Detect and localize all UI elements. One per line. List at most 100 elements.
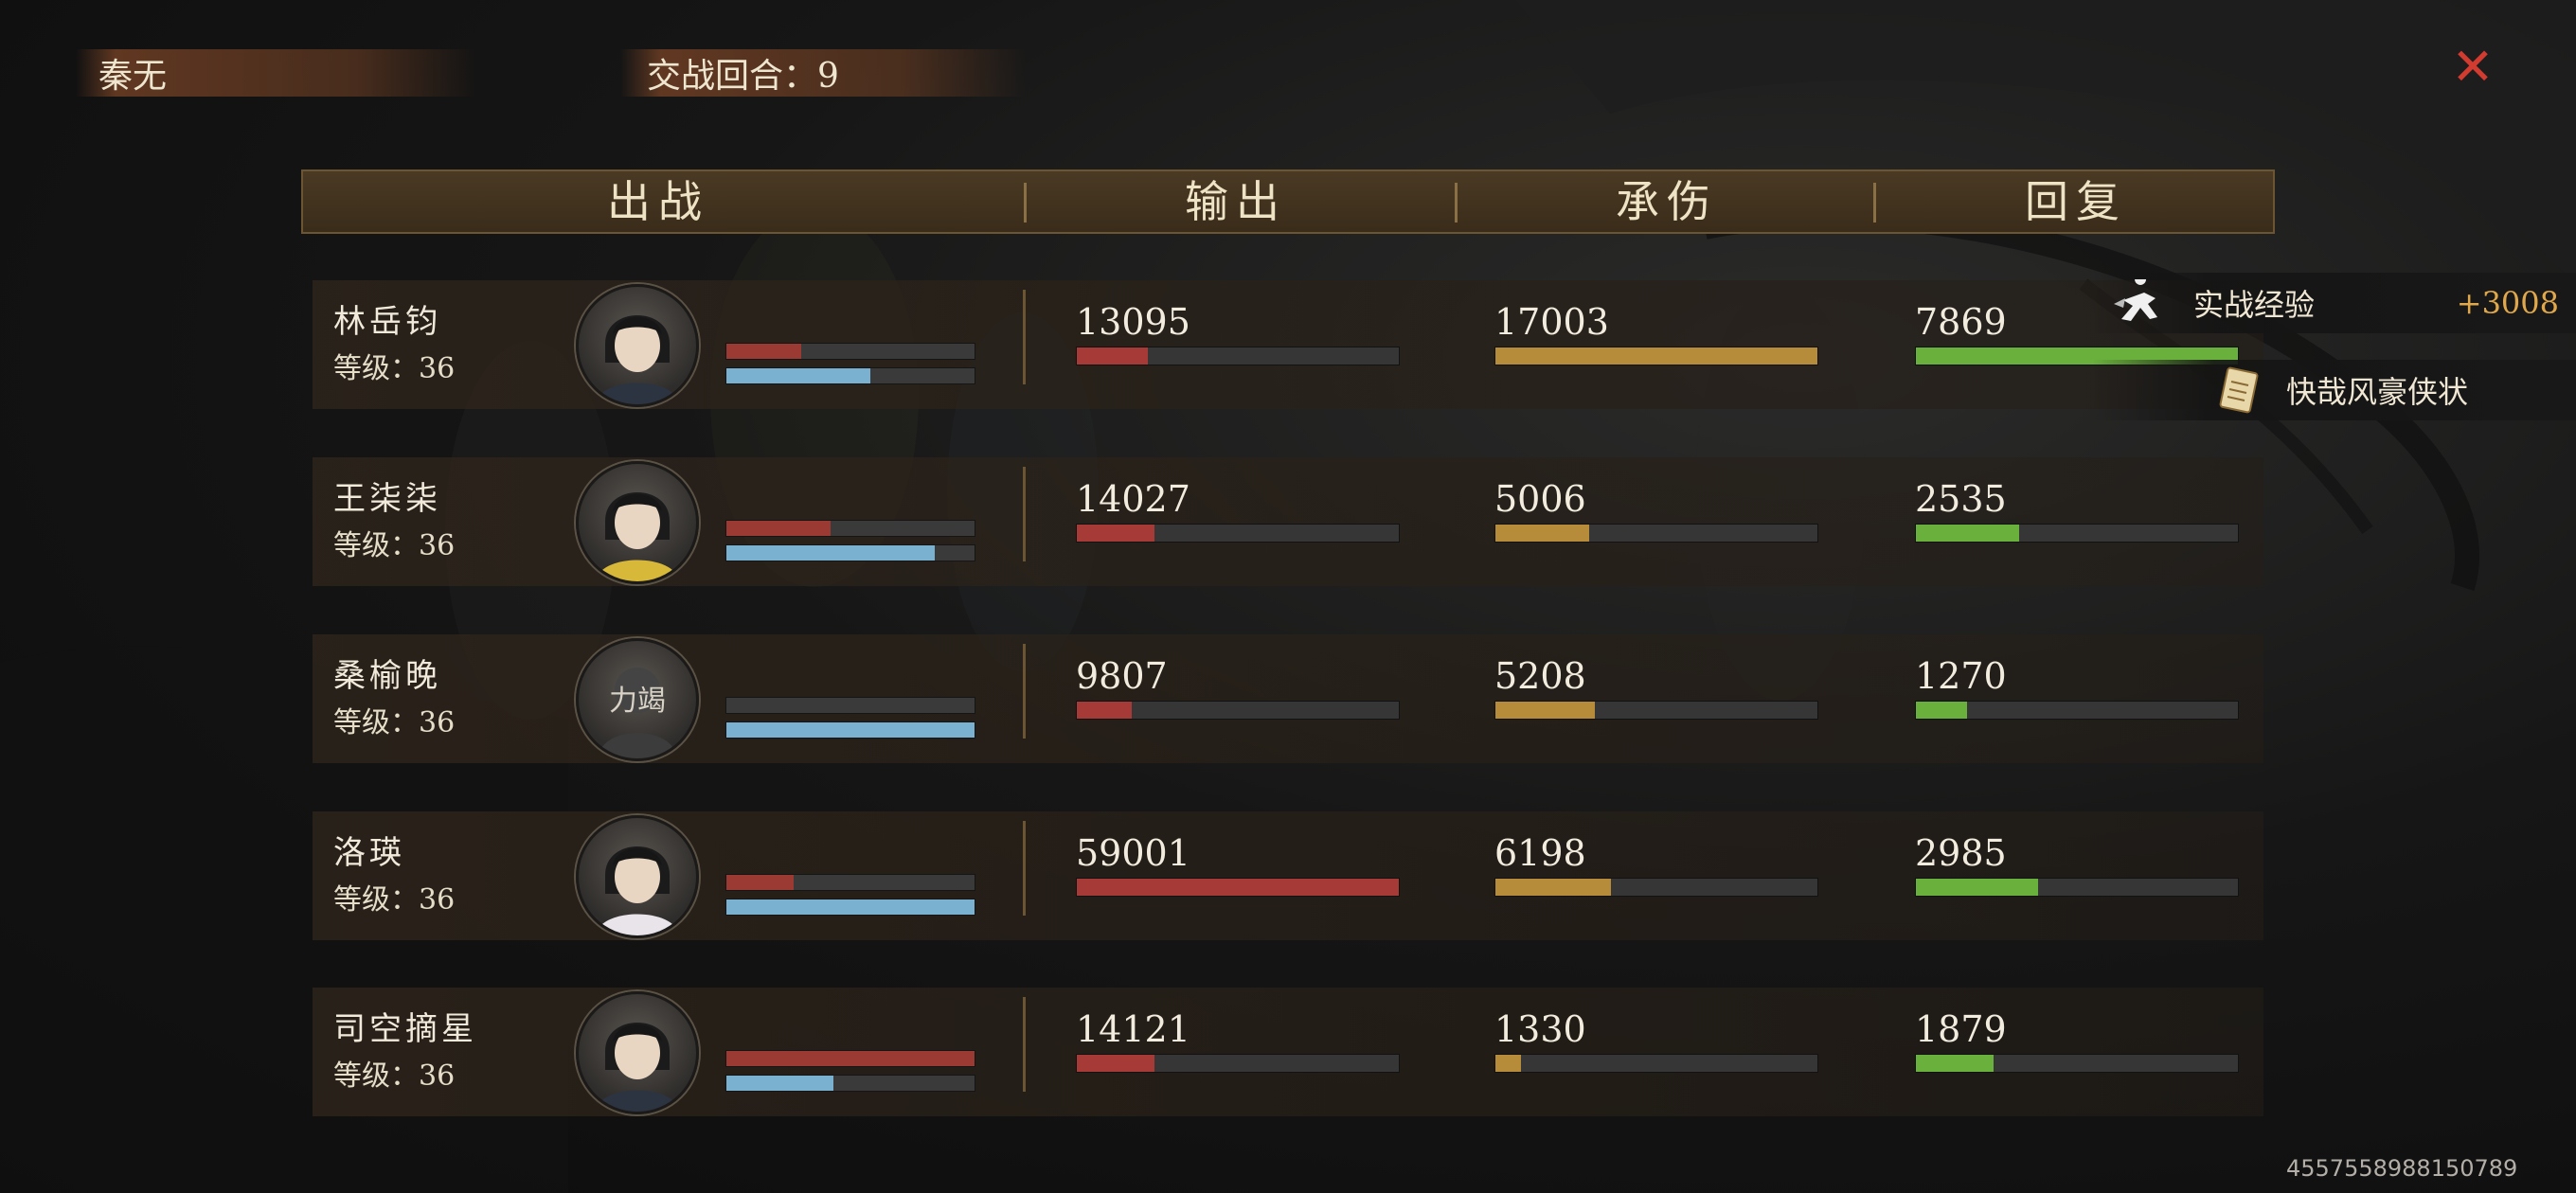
damage-taken-bar-fill [1495, 879, 1612, 896]
energy-bar [725, 1075, 975, 1092]
output-value: 14027 [1076, 478, 1190, 520]
battle-rounds-text: 交战回合：9 [647, 57, 839, 96]
header-output: 输出 [1185, 176, 1287, 227]
damage-taken-bar-fill [1495, 525, 1589, 542]
header-damage-taken: 承伤 [1616, 176, 1718, 227]
health-bar [725, 697, 975, 714]
damage-taken-bar [1494, 1054, 1818, 1073]
exp-label: 实战经验 [2193, 287, 2316, 323]
damage-taken-bar-fill [1495, 702, 1596, 719]
character-name: 洛瑛 [333, 834, 405, 872]
output-value: 13095 [1076, 301, 1190, 343]
damage-taken-stat: 1330 [1494, 1008, 1818, 1073]
output-stat: 9807 [1076, 655, 1400, 720]
player-name: 秦无 [98, 57, 168, 96]
health-bar-fill [726, 1051, 975, 1066]
output-stat: 13095 [1076, 301, 1400, 365]
row-divider [1023, 997, 1026, 1092]
recovery-bar-fill [1916, 702, 1968, 719]
header-deploy: 出战 [607, 176, 709, 227]
damage-taken-bar [1494, 878, 1818, 897]
recovery-bar-fill [1916, 879, 2039, 896]
close-icon: ✕ [2451, 37, 2495, 97]
output-bar [1076, 878, 1400, 897]
character-name: 桑榆晚 [333, 657, 441, 695]
damage-taken-bar-fill [1495, 347, 1817, 365]
output-stat: 14121 [1076, 1008, 1400, 1073]
header-divider [1873, 183, 1876, 223]
recovery-stat: 2985 [1915, 832, 2239, 897]
recovery-value: 2985 [1915, 832, 2007, 874]
row-divider [1023, 290, 1026, 384]
character-avatar[interactable] [576, 461, 699, 584]
output-value: 59001 [1076, 832, 1190, 874]
recovery-stat: 1270 [1915, 655, 2239, 720]
health-bar [725, 343, 975, 360]
health-bar [725, 1050, 975, 1067]
character-level: 等级：36 [333, 352, 456, 385]
recovery-stat: 2535 [1915, 478, 2239, 543]
character-row[interactable]: 王柒柒 等级：36 14027 5006 2535 [313, 457, 2263, 586]
row-divider [1023, 467, 1026, 561]
row-divider [1023, 821, 1026, 916]
header-recovery: 回复 [2025, 176, 2127, 227]
energy-bar [725, 367, 975, 384]
damage-taken-value: 5006 [1494, 478, 1586, 520]
damage-taken-bar [1494, 347, 1818, 365]
output-bar-fill [1077, 347, 1148, 365]
scroll-item-icon [2216, 365, 2262, 416]
character-avatar[interactable] [576, 991, 699, 1114]
character-row[interactable]: 司空摘星 等级：36 14121 1330 1879 [313, 988, 2263, 1116]
damage-taken-value: 1330 [1494, 1008, 1586, 1050]
item-reward[interactable]: 快哉风豪侠状 [2093, 360, 2576, 420]
output-stat: 59001 [1076, 832, 1400, 897]
health-bar [725, 520, 975, 537]
damage-taken-stat: 6198 [1494, 832, 1818, 897]
output-bar-fill [1077, 525, 1154, 542]
character-avatar[interactable]: 力竭 [576, 638, 699, 761]
character-level: 等级：36 [333, 883, 456, 917]
energy-bar-fill [726, 899, 975, 915]
header-divider [1024, 183, 1027, 223]
health-bar-fill [726, 875, 794, 890]
battle-rounds-tag: 交战回合：9 [620, 49, 1026, 97]
output-bar [1076, 701, 1400, 720]
damage-taken-value: 17003 [1494, 301, 1609, 343]
damage-taken-stat: 5006 [1494, 478, 1818, 543]
recovery-bar-fill [1916, 1055, 1994, 1072]
damage-taken-value: 5208 [1494, 655, 1586, 697]
output-value: 14121 [1076, 1008, 1190, 1050]
damage-taken-bar-fill [1495, 1055, 1522, 1072]
character-name: 林岳钧 [333, 303, 441, 341]
exp-reward: 实战经验 +3008 [2093, 273, 2576, 333]
running-warrior-icon [2112, 274, 2165, 327]
energy-bar-fill [726, 722, 975, 738]
item-label: 快哉风豪侠状 [2286, 374, 2469, 410]
output-stat: 14027 [1076, 478, 1400, 543]
character-row[interactable]: 洛瑛 等级：36 59001 6198 2985 [313, 811, 2263, 940]
character-row[interactable]: 桑榆晚 等级：36 力竭 9807 5208 1270 [313, 634, 2263, 763]
output-bar [1076, 524, 1400, 543]
character-avatar[interactable] [576, 284, 699, 407]
damage-taken-bar [1494, 701, 1818, 720]
exhausted-status: 力竭 [609, 685, 666, 718]
damage-taken-bar [1494, 524, 1818, 543]
health-bar-fill [726, 344, 801, 359]
damage-taken-value: 6198 [1494, 832, 1586, 874]
character-name: 王柒柒 [333, 480, 441, 518]
recovery-bar [1915, 701, 2239, 720]
stats-header: 出战 输出 承伤 回复 [301, 169, 2275, 234]
recovery-value: 1879 [1915, 1008, 2007, 1050]
character-level: 等级：36 [333, 1059, 456, 1093]
output-bar-fill [1077, 1055, 1154, 1072]
health-bar [725, 874, 975, 891]
close-button[interactable]: ✕ [2449, 42, 2496, 93]
character-row[interactable]: 林岳钧 等级：36 13095 17003 7869 [313, 280, 2263, 409]
output-value: 9807 [1076, 655, 1168, 697]
header-divider [1455, 183, 1458, 223]
player-name-tag: 秦无 [76, 49, 477, 97]
character-avatar[interactable] [576, 815, 699, 938]
row-divider [1023, 644, 1026, 739]
output-bar [1076, 347, 1400, 365]
energy-bar [725, 544, 975, 561]
